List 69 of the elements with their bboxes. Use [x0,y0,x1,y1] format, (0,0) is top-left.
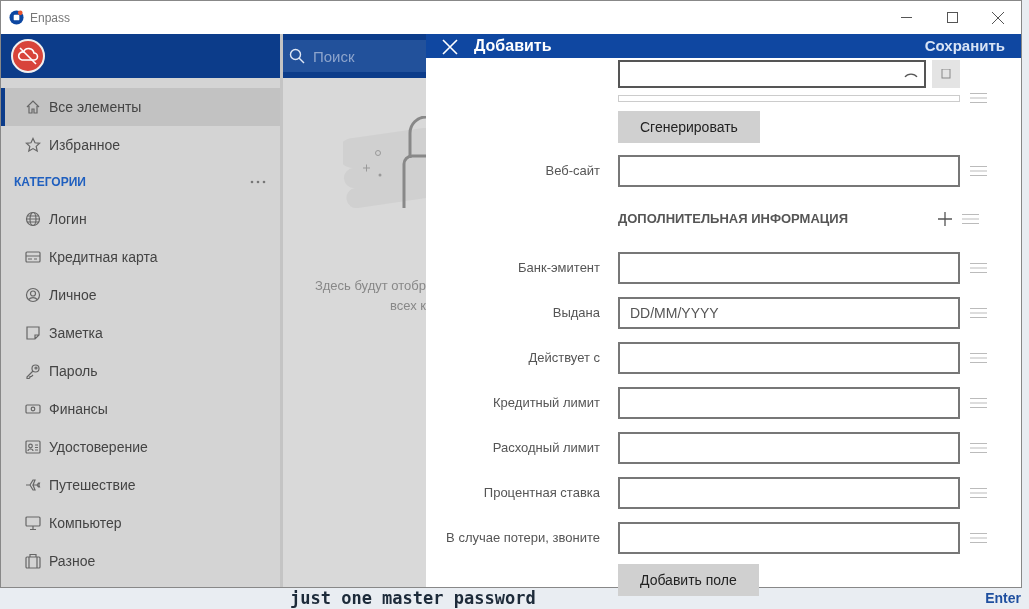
input-field[interactable] [618,476,960,509]
background-headline: just one master password [290,586,536,609]
field-label: Банк-эмитент [518,259,600,275]
sidebar-item[interactable]: Удостоверение [1,428,280,466]
home-icon [25,99,41,115]
background-link[interactable]: Enter [985,588,1021,609]
sidebar-item[interactable]: Финансы [1,390,280,428]
sidebar-item[interactable]: Заметка [1,314,280,352]
field-label: Кредитный лимит [493,394,600,410]
field-label: Веб-сайт [545,162,600,178]
drag-handle-icon[interactable] [970,352,987,363]
field-label: Выдана [552,304,600,320]
field-label: В случае потери, звоните [446,529,600,545]
window-title: Enpass [30,9,71,27]
password-field[interactable] [618,60,926,88]
add-field-button[interactable]: Добавить поле [618,564,759,596]
sidebar-item[interactable]: Разное [1,542,280,580]
input-field[interactable] [618,521,960,554]
sidebar-item[interactable]: Кредитная карта [1,238,280,276]
drag-handle-icon[interactable] [970,165,987,176]
section-heading: ДОПОЛНИТЕЛЬНАЯ ИНФОРМАЦИЯ [618,210,849,229]
drag-handle-icon[interactable] [970,262,987,273]
sidebar-item[interactable]: Логин [1,200,280,238]
input-field[interactable] [618,154,960,187]
field-label: Процентная ставка [483,484,600,500]
input-field[interactable] [618,431,960,464]
empty-state-text: всех к [389,297,426,315]
input-field[interactable] [618,341,960,374]
sidebar-item[interactable]: Все элементы [1,88,280,126]
input-field[interactable] [618,251,960,284]
section-heading: КАТЕГОРИИ [14,174,86,191]
sidebar-item[interactable]: Личное [1,276,280,314]
plus-icon[interactable] [938,212,952,226]
cloud-off-icon[interactable] [11,39,45,73]
field-label: Расходный лимит [492,439,600,455]
drag-handle-icon[interactable] [970,93,987,103]
id-card-icon [25,439,41,455]
more-icon[interactable] [250,180,266,184]
note-icon [25,325,41,341]
monitor-icon [25,515,41,531]
field-label: Действует с [528,349,600,365]
banknote-icon [25,401,41,417]
maximize-icon[interactable] [946,12,958,23]
drag-handle-icon[interactable] [970,442,987,453]
sidebar-item[interactable]: Путешествие [1,466,280,504]
sidebar-item[interactable]: Избранное [1,126,280,164]
drag-handle-icon[interactable] [970,307,987,318]
search-field[interactable]: Поиск [283,40,426,72]
input-field[interactable]: DD/MM/YYYY [618,296,960,329]
panel-title: Добавить [474,36,552,56]
save-button[interactable]: Сохранить [924,34,1005,58]
sidebar-item[interactable]: Компьютер [1,504,280,542]
star-icon [25,137,41,153]
generate-button[interactable]: Сгенерировать [618,111,760,143]
credit-card-icon [25,249,41,265]
key-icon [25,363,41,379]
drag-handle-icon[interactable] [962,214,979,224]
sidebar-item[interactable]: Пароль [1,352,280,390]
drag-handle-icon[interactable] [970,487,987,498]
drag-handle-icon[interactable] [970,397,987,408]
close-icon[interactable] [992,11,1004,24]
suitcase-icon [25,553,41,569]
input-field[interactable] [618,386,960,419]
person-icon [25,287,41,303]
globe-icon [25,211,41,227]
app-logo-icon [9,10,24,25]
minimize-icon[interactable] [900,17,912,18]
empty-state-text: Здесь будут отобр [313,277,426,295]
drag-handle-icon[interactable] [970,532,987,543]
